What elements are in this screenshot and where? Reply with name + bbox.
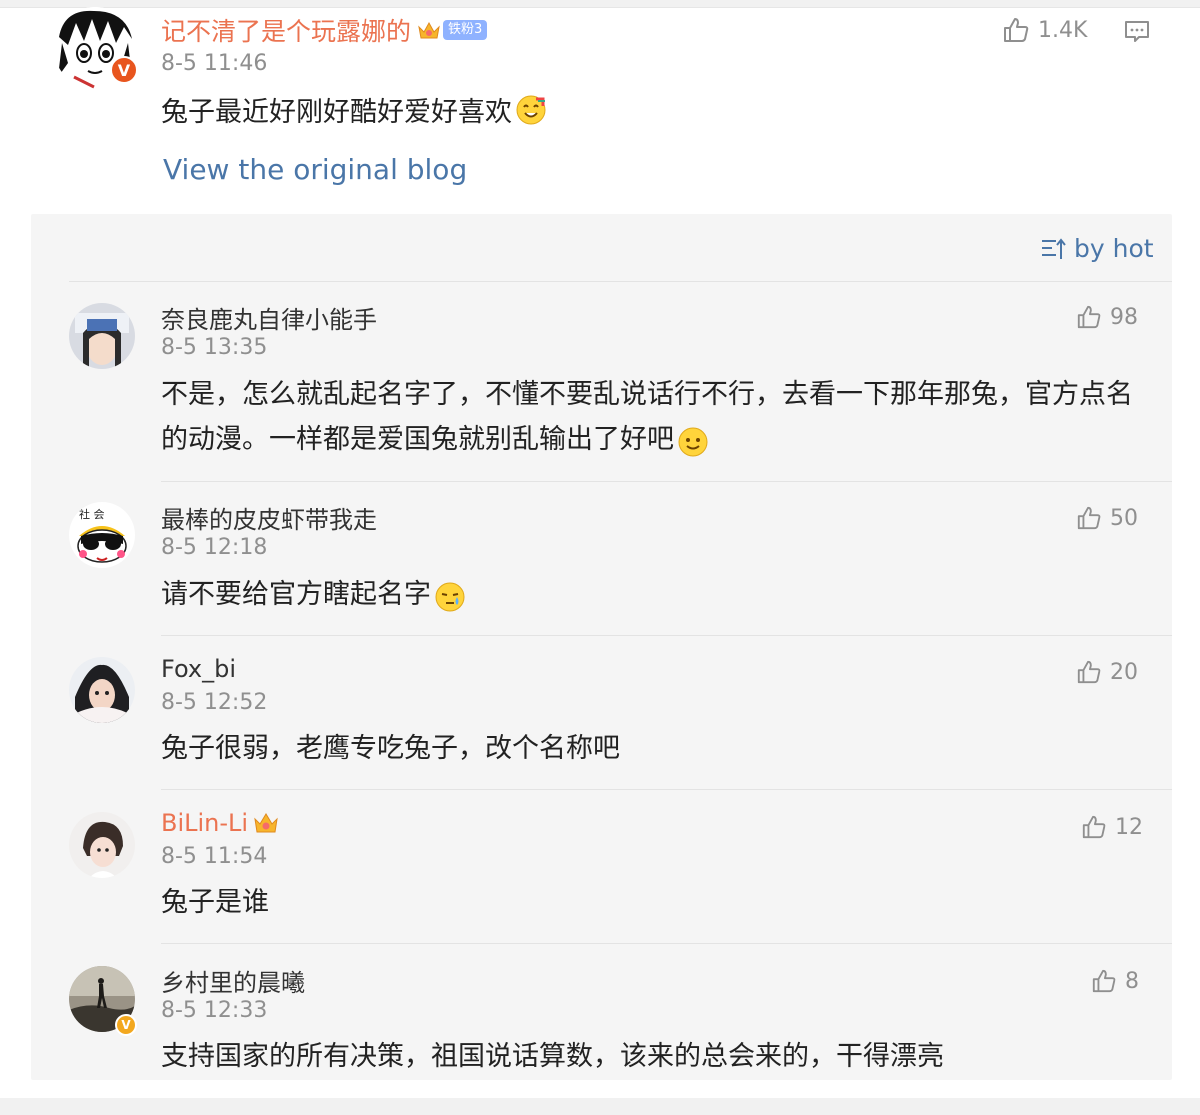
bottom-divider	[0, 1098, 1200, 1115]
emoji-icon	[678, 426, 708, 456]
comment-like-count: 50	[1110, 505, 1138, 531]
comment-author-name[interactable]: 奈良鹿丸自律小能手	[161, 300, 377, 335]
top-divider	[0, 0, 1200, 8]
comment-avatar[interactable]	[69, 657, 135, 723]
comment-like-count: 8	[1125, 968, 1139, 994]
comment-icon	[1125, 21, 1149, 42]
thumbs-up-icon	[1092, 969, 1116, 993]
post-like-count: 1.4K	[1038, 17, 1088, 43]
comment-author-name[interactable]: 最棒的皮皮虾带我走	[161, 500, 377, 535]
post-author-name[interactable]: 记不清了是个玩露娜的 铁粉3	[161, 12, 488, 48]
comment-like-count: 20	[1110, 659, 1138, 685]
comment-text: 兔子很弱，老鹰专吃兔子，改个名称吧	[161, 726, 1151, 771]
panel-header-divider	[69, 281, 1172, 282]
thumbs-up-icon	[1077, 506, 1101, 530]
thumbs-up-icon	[1082, 815, 1106, 839]
comment-avatar[interactable]	[69, 303, 135, 369]
sort-by-hot-button[interactable]: by hot	[1040, 234, 1154, 263]
comment-text: 不是，怎么就乱起名字了，不懂不要乱说话行不行，去看一下那年那兔，官方点名的动漫。…	[161, 372, 1151, 462]
emoji-icon	[435, 581, 465, 611]
view-original-blog-link[interactable]: View the original blog	[163, 153, 467, 186]
post-comment-button[interactable]	[1124, 20, 1150, 48]
comment-text-content: 兔子很弱，老鹰专吃兔子，改个名称吧	[161, 733, 620, 764]
comment-avatar[interactable]	[69, 812, 135, 878]
comment-avatar[interactable]: 社 会	[69, 502, 135, 568]
comment-text: 兔子是谁	[161, 880, 1151, 925]
comment-author-name[interactable]: BiLin-Li	[161, 809, 280, 837]
comment-timestamp: 8-5 12:33	[161, 998, 268, 1023]
comment-text-content: 请不要给官方瞎起名字	[161, 579, 431, 610]
thumbs-up-icon	[1004, 18, 1029, 42]
verified-badge-icon: V	[115, 1014, 137, 1036]
verified-badge-icon: V	[110, 56, 138, 84]
post-like-button[interactable]: 1.4K	[1002, 16, 1087, 44]
thumbs-up-icon	[1077, 305, 1101, 329]
comment-like-count: 12	[1115, 814, 1143, 840]
sort-label: by hot	[1074, 234, 1154, 263]
comment-like-button[interactable]: 12	[1081, 814, 1143, 840]
post-text-content: 兔子最近好刚好酷好爱好喜欢	[161, 97, 512, 128]
comment-divider	[161, 481, 1172, 482]
fan-level-badge: 铁粉3	[443, 20, 488, 40]
thumbs-up-icon	[1077, 660, 1101, 684]
comment-like-button[interactable]: 8	[1091, 968, 1139, 994]
crown-icon	[254, 813, 278, 833]
comment-author-name[interactable]: 乡村里的晨曦	[161, 963, 305, 998]
post-text: 兔子最近好刚好酷好爱好喜欢	[161, 90, 546, 129]
crown-icon	[418, 21, 440, 39]
comment-like-button[interactable]: 50	[1076, 505, 1138, 531]
comment-like-count: 98	[1110, 304, 1138, 330]
comment-text-content: 不是，怎么就乱起名字了，不懂不要乱说话行不行，去看一下那年那兔，官方点名的动漫。…	[161, 379, 1133, 455]
comment-timestamp: 8-5 13:35	[161, 335, 268, 360]
comment-timestamp: 8-5 12:18	[161, 535, 268, 560]
comment-text-content: 支持国家的所有决策，祖国说话算数，该来的总会来的，干得漂亮	[161, 1041, 944, 1072]
comment-divider	[161, 635, 1172, 636]
comment-text-content: 兔子是谁	[161, 887, 269, 918]
comment-text: 请不要给官方瞎起名字	[161, 572, 1151, 617]
post-author-name-text[interactable]: 记不清了是个玩露娜的	[161, 12, 411, 48]
post-timestamp: 8-5 11:46	[161, 51, 268, 76]
comment-author-name[interactable]: Fox_bi	[161, 655, 236, 683]
sort-icon	[1042, 237, 1066, 259]
comment-timestamp: 8-5 11:54	[161, 844, 268, 869]
comment-like-button[interactable]: 20	[1076, 659, 1138, 685]
comment-divider	[161, 943, 1172, 944]
comment-like-button[interactable]: 98	[1076, 304, 1138, 330]
comment-text: 支持国家的所有决策，祖国说话算数，该来的总会来的，干得漂亮	[161, 1034, 1151, 1079]
comment-author-name-text[interactable]: BiLin-Li	[161, 809, 248, 837]
comment-divider	[161, 789, 1172, 790]
emoji-icon	[516, 95, 546, 125]
comment-timestamp: 8-5 12:52	[161, 690, 268, 715]
avatar-text: 社 会	[79, 507, 105, 521]
